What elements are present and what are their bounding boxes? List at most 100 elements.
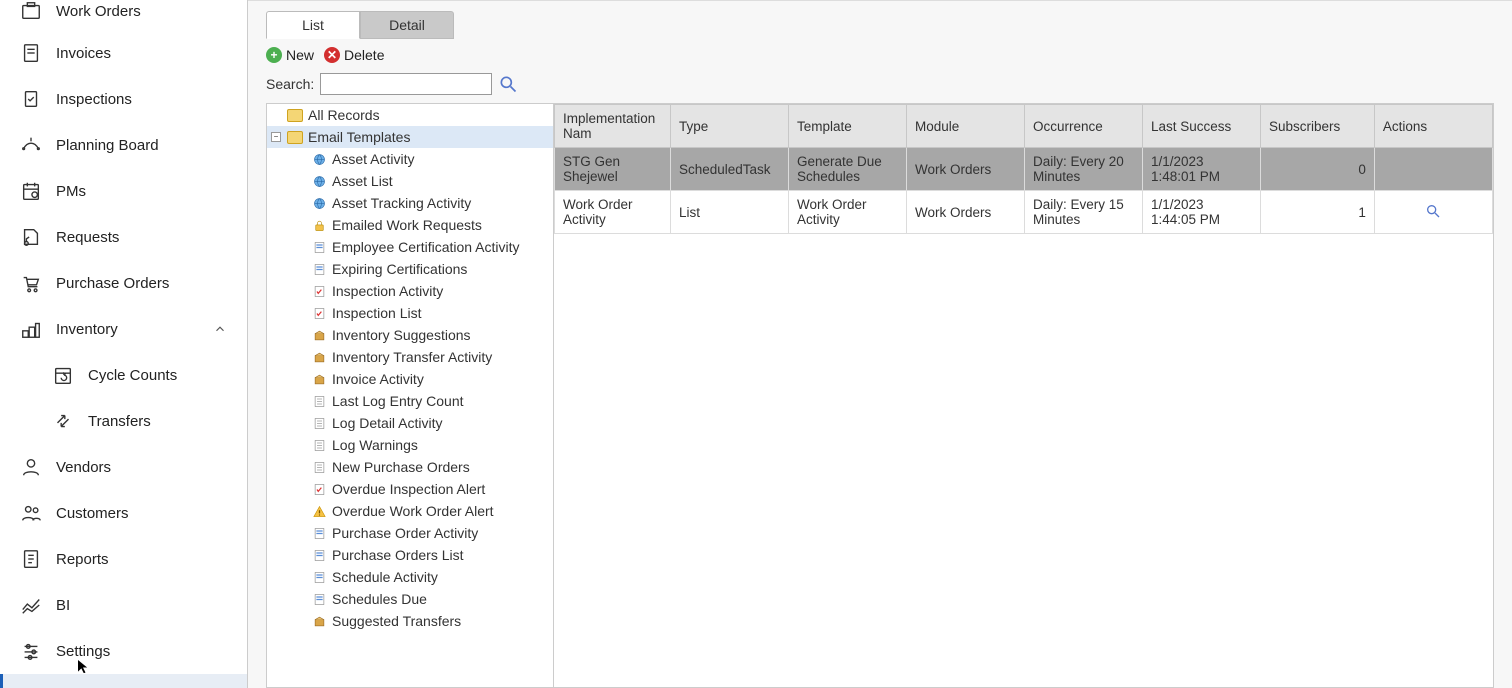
col-header[interactable]: Occurrence xyxy=(1024,105,1142,148)
tree-item-label: Inventory Transfer Activity xyxy=(332,349,492,365)
tree-item-log-warnings[interactable]: Log Warnings xyxy=(267,434,553,456)
search-button[interactable] xyxy=(498,74,518,94)
magnifier-icon xyxy=(1425,203,1441,219)
box-icon xyxy=(311,349,327,365)
table-cell: Work Orders xyxy=(906,148,1024,191)
tree-item-inventory-suggestions[interactable]: Inventory Suggestions xyxy=(267,324,553,346)
tree-item-asset-list[interactable]: Asset List xyxy=(267,170,553,192)
tree-item-overdue-inspection-alert[interactable]: Overdue Inspection Alert xyxy=(267,478,553,500)
chevron-up-icon xyxy=(213,322,227,336)
planning-icon xyxy=(20,134,42,156)
tree-item-expiring-certifications[interactable]: Expiring Certifications xyxy=(267,258,553,280)
sidebar-item-vendors[interactable]: Vendors xyxy=(0,444,247,490)
inspect-icon xyxy=(311,283,327,299)
sidebar-item-customers[interactable]: Customers xyxy=(0,490,247,536)
magnifier-icon xyxy=(498,74,518,94)
log-icon xyxy=(311,459,327,475)
globe-icon xyxy=(311,195,327,211)
collapse-icon[interactable]: − xyxy=(271,132,281,142)
work-orders-icon xyxy=(20,0,42,22)
tab-detail[interactable]: Detail xyxy=(360,11,454,39)
row-view-button[interactable] xyxy=(1383,203,1484,219)
search-input[interactable] xyxy=(320,73,492,95)
box-icon xyxy=(311,371,327,387)
table-cell: ScheduledTask xyxy=(670,148,788,191)
table-cell: Work Orders xyxy=(906,191,1024,234)
tree-item-overdue-work-order-alert[interactable]: Overdue Work Order Alert xyxy=(267,500,553,522)
col-header[interactable]: Type xyxy=(670,105,788,148)
table-cell: 0 xyxy=(1260,148,1374,191)
sidebar-item-invoices[interactable]: Invoices xyxy=(0,30,247,76)
tree-item-label: Suggested Transfers xyxy=(332,613,461,629)
tree-item-label: New Purchase Orders xyxy=(332,459,470,475)
tree-item-invoice-activity[interactable]: Invoice Activity xyxy=(267,368,553,390)
sidebar-item-notify[interactable]: Notify xyxy=(0,674,247,688)
delete-button[interactable]: ✕ Delete xyxy=(324,47,384,63)
cert-icon xyxy=(311,547,327,563)
tree-item-schedules-due[interactable]: Schedules Due xyxy=(267,588,553,610)
new-label: New xyxy=(286,47,314,63)
col-header[interactable]: Actions xyxy=(1374,105,1492,148)
sidebar-item-label: Cycle Counts xyxy=(88,367,177,384)
sidebar-item-inspections[interactable]: Inspections xyxy=(0,76,247,122)
tree-item-purchase-orders-list[interactable]: Purchase Orders List xyxy=(267,544,553,566)
table-row[interactable]: STG Gen ShejewelScheduledTaskGenerate Du… xyxy=(555,148,1493,191)
sidebar-item-cycle-counts[interactable]: Cycle Counts xyxy=(0,352,247,398)
bi-icon xyxy=(20,594,42,616)
inspect-icon xyxy=(311,305,327,321)
box-icon xyxy=(311,613,327,629)
customers-icon xyxy=(20,502,42,524)
folder-icon xyxy=(287,107,303,123)
purchase-icon xyxy=(20,272,42,294)
tree-all-records[interactable]: All Records xyxy=(267,104,553,126)
tree-item-emailed-work-requests[interactable]: Emailed Work Requests xyxy=(267,214,553,236)
sidebar-item-requests[interactable]: Requests xyxy=(0,214,247,260)
table-cell: STG Gen Shejewel xyxy=(555,148,671,191)
col-header[interactable]: Last Success xyxy=(1142,105,1260,148)
sidebar-item-reports[interactable]: Reports xyxy=(0,536,247,582)
sidebar-item-planning-board[interactable]: Planning Board xyxy=(0,122,247,168)
col-header[interactable]: Template xyxy=(788,105,906,148)
tree-email-templates[interactable]: − Email Templates xyxy=(267,126,553,148)
sidebar-item-work-orders[interactable]: Work Orders xyxy=(0,0,247,30)
tree-item-inspection-activity[interactable]: Inspection Activity xyxy=(267,280,553,302)
tree-item-log-detail-activity[interactable]: Log Detail Activity xyxy=(267,412,553,434)
tree-item-schedule-activity[interactable]: Schedule Activity xyxy=(267,566,553,588)
tabs: List Detail xyxy=(266,11,1512,39)
reports-icon xyxy=(20,548,42,570)
requests-icon xyxy=(20,226,42,248)
sidebar-item-bi[interactable]: BI xyxy=(0,582,247,628)
log-icon xyxy=(311,393,327,409)
table-cell-actions xyxy=(1374,148,1492,191)
tree-item-inspection-list[interactable]: Inspection List xyxy=(267,302,553,324)
sidebar-item-pms[interactable]: PMs xyxy=(0,168,247,214)
globe-icon xyxy=(311,173,327,189)
sidebar-item-transfers[interactable]: Transfers xyxy=(0,398,247,444)
sidebar-item-settings[interactable]: Settings xyxy=(0,628,247,674)
cert-icon xyxy=(311,261,327,277)
sidebar-item-label: Inventory xyxy=(56,321,118,338)
tree-item-label: Schedule Activity xyxy=(332,569,438,585)
tree-item-last-log-entry-count[interactable]: Last Log Entry Count xyxy=(267,390,553,412)
col-header[interactable]: Module xyxy=(906,105,1024,148)
new-button[interactable]: + New xyxy=(266,47,314,63)
tree-item-asset-tracking-activity[interactable]: Asset Tracking Activity xyxy=(267,192,553,214)
tree-item-purchase-order-activity[interactable]: Purchase Order Activity xyxy=(267,522,553,544)
tree-item-suggested-transfers[interactable]: Suggested Transfers xyxy=(267,610,553,632)
table-cell: 1/1/2023 1:44:05 PM xyxy=(1142,191,1260,234)
tab-list[interactable]: List xyxy=(266,11,360,39)
table-row[interactable]: Work Order ActivityListWork Order Activi… xyxy=(555,191,1493,234)
tree-item-new-purchase-orders[interactable]: New Purchase Orders xyxy=(267,456,553,478)
search-row: Search: xyxy=(248,69,1512,103)
tree-item-label: Purchase Order Activity xyxy=(332,525,478,541)
col-header[interactable]: Implementation Nam xyxy=(555,105,671,148)
tree-item-inventory-transfer-activity[interactable]: Inventory Transfer Activity xyxy=(267,346,553,368)
col-header[interactable]: Subscribers xyxy=(1260,105,1374,148)
sidebar-item-purchase-orders[interactable]: Purchase Orders xyxy=(0,260,247,306)
tree-item-asset-activity[interactable]: Asset Activity xyxy=(267,148,553,170)
cycle-icon xyxy=(52,364,74,386)
tree-panel: All Records − Email Templates Asset Acti… xyxy=(266,103,554,688)
tree-item-label: Overdue Work Order Alert xyxy=(332,503,494,519)
sidebar-item-inventory[interactable]: Inventory xyxy=(0,306,247,352)
tree-item-employee-certification-activity[interactable]: Employee Certification Activity xyxy=(267,236,553,258)
